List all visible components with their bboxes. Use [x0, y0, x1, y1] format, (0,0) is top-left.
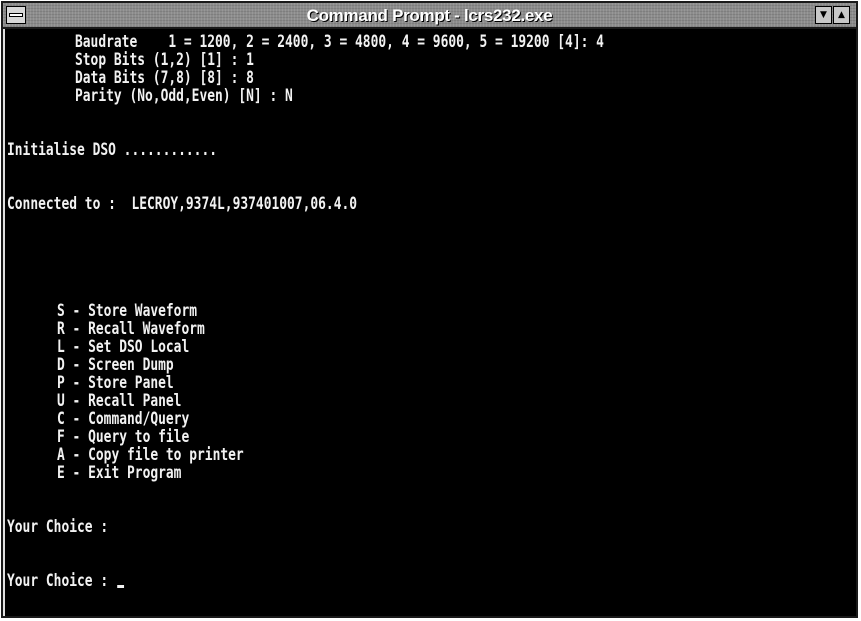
baudrate-line: Baudrate 1 = 1200, 2 = 2400, 3 = 4800, 4… [75, 32, 604, 52]
menu-item-recall-panel: U - Recall Panel [57, 391, 182, 411]
current-prompt[interactable]: Your Choice : [7, 571, 125, 591]
data-bits-line: Data Bits (7,8) [8] : 8 [75, 68, 254, 88]
minimize-arrow-icon[interactable]: ▼ [815, 6, 832, 24]
menu-item-query-to-file: F - Query to file [57, 427, 190, 447]
menu-item-screen-dump: D - Screen Dump [57, 355, 174, 375]
parity-line: Parity (No,Odd,Even) [N] : N [75, 86, 293, 106]
window-title: Command Prompt - lcrs232.exe [306, 6, 553, 25]
text-cursor-icon [117, 585, 125, 588]
menu-item-store-panel: P - Store Panel [57, 373, 174, 393]
menu-item-command-query: C - Command/Query [57, 409, 190, 429]
command-prompt-window: Command Prompt - lcrs232.exe ▼ ▲ Baudrat… [1, 1, 858, 618]
maximize-arrow-icon[interactable]: ▲ [833, 6, 850, 24]
stop-bits-line: Stop Bits (1,2) [1] : 1 [75, 50, 254, 70]
current-prompt-text: Your Choice : [7, 571, 116, 591]
previous-prompt: Your Choice : [7, 517, 109, 537]
menu-item-recall-waveform: R - Recall Waveform [57, 319, 205, 339]
initialise-line: Initialise DSO ............ [7, 140, 218, 160]
title-bar[interactable]: Command Prompt - lcrs232.exe ▼ ▲ [3, 3, 856, 29]
menu-item-copy-file-to-printer: A - Copy file to printer [57, 445, 244, 465]
menu-item-exit-program: E - Exit Program [57, 463, 182, 483]
console-output[interactable]: Baudrate 1 = 1200, 2 = 2400, 3 = 4800, 4… [3, 29, 856, 616]
menu-item-store-waveform: S - Store Waveform [57, 301, 198, 321]
menu-item-set-dso-local: L - Set DSO Local [57, 337, 190, 357]
connected-line: Connected to : LECROY,9374L,937401007,06… [7, 194, 358, 214]
